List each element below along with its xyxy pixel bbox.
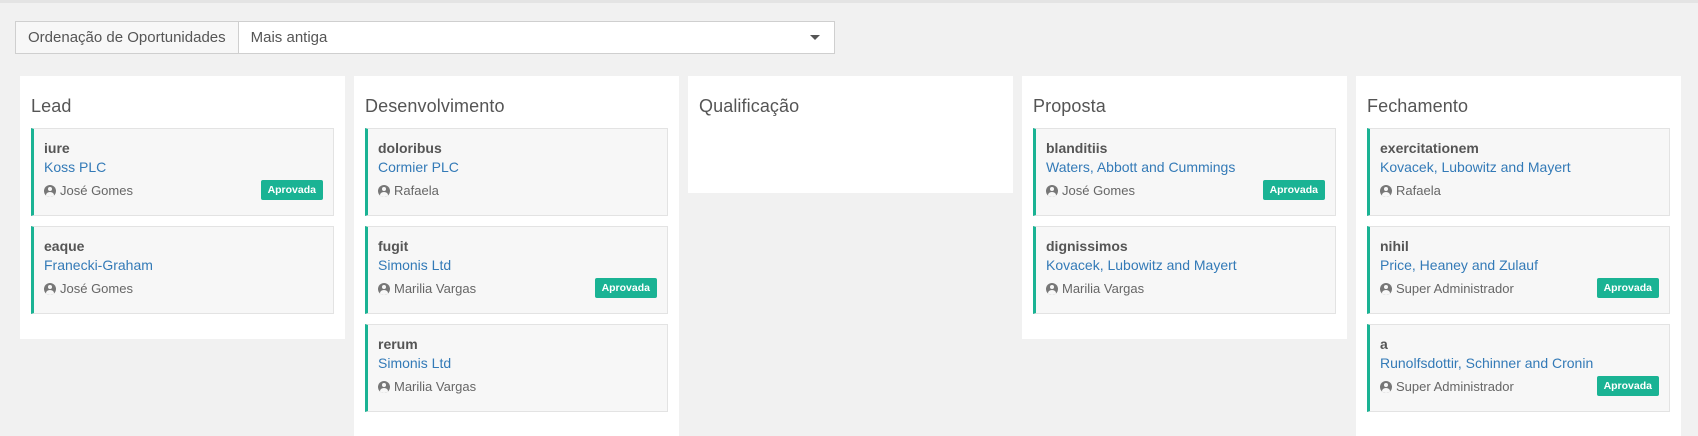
column-lead: Lead iure Koss PLC José Gomes Aprovada e… [20, 76, 345, 339]
card-title: fugit [378, 238, 409, 254]
column-proposta: Proposta blanditiis Waters, Abbott and C… [1022, 76, 1347, 339]
opportunity-card[interactable]: nihil Price, Heaney and Zulauf Super Adm… [1367, 226, 1670, 314]
card-company-link[interactable]: Cormier PLC [378, 158, 657, 176]
card-owner: Marilia Vargas [1046, 280, 1325, 298]
opportunity-card[interactable]: blanditiis Waters, Abbott and Cummings J… [1033, 128, 1336, 216]
card-company-link[interactable]: Kovacek, Lubowitz and Mayert [1046, 256, 1325, 274]
opportunity-card[interactable]: doloribus Cormier PLC Rafaela [365, 128, 668, 216]
card-company-link[interactable]: Kovacek, Lubowitz and Mayert [1380, 158, 1659, 176]
user-circle-icon [378, 283, 390, 295]
card-owner-name: José Gomes [60, 281, 133, 296]
user-circle-icon [378, 185, 390, 197]
column-fechamento: Fechamento exercitationem Kovacek, Lubow… [1356, 76, 1681, 436]
approved-badge: Aprovada [1596, 376, 1659, 396]
sort-label: Ordenação de Oportunidades [16, 22, 239, 53]
card-owner-name: Marilia Vargas [394, 379, 477, 394]
card-owner: José Gomes [44, 280, 323, 298]
approved-badge: Aprovada [260, 180, 323, 200]
top-divider [0, 0, 1698, 3]
card-company-link[interactable]: Runolfsdottir, Schinner and Cronin [1380, 354, 1659, 372]
sort-selected-value: Mais antiga [250, 29, 328, 46]
user-circle-icon [1046, 185, 1058, 197]
card-company-link[interactable]: Franecki-Graham [44, 256, 323, 274]
card-company-link[interactable]: Price, Heaney and Zulauf [1380, 256, 1659, 274]
user-circle-icon [1380, 185, 1392, 197]
card-owner-name: Marilia Vargas [1062, 281, 1145, 296]
opportunity-card[interactable]: exercitationem Kovacek, Lubowitz and May… [1367, 128, 1670, 216]
opportunity-card[interactable]: rerum Simonis Ltd Marilia Vargas [365, 324, 668, 412]
card-owner-name: José Gomes [1062, 183, 1135, 198]
card-title: iure [44, 140, 70, 156]
approved-badge: Aprovada [1596, 278, 1659, 298]
card-title: rerum [378, 336, 418, 352]
card-title: exercitationem [1380, 140, 1479, 156]
column-title: Desenvolvimento [365, 96, 505, 116]
column-qualificacao: Qualificação [688, 76, 1013, 193]
user-circle-icon [1380, 283, 1392, 295]
user-circle-icon [1046, 283, 1058, 295]
card-owner-name: Super Administrador [1396, 379, 1514, 394]
opportunity-card[interactable]: iure Koss PLC José Gomes Aprovada [31, 128, 334, 216]
opportunity-card[interactable]: eaque Franecki-Graham José Gomes [31, 226, 334, 314]
column-title: Proposta [1033, 96, 1106, 116]
card-owner-name: Rafaela [394, 183, 439, 198]
opportunity-card[interactable]: dignissimos Kovacek, Lubowitz and Mayert… [1033, 226, 1336, 314]
opportunity-card[interactable]: fugit Simonis Ltd Marilia Vargas Aprovad… [365, 226, 668, 314]
user-circle-icon [378, 381, 390, 393]
card-title: blanditiis [1046, 140, 1108, 156]
card-title: dignissimos [1046, 238, 1128, 254]
approved-badge: Aprovada [594, 278, 657, 298]
card-owner-name: Super Administrador [1396, 281, 1514, 296]
card-title: a [1380, 336, 1388, 352]
column-desenvolvimento: Desenvolvimento doloribus Cormier PLC Ra… [354, 76, 679, 436]
card-title: doloribus [378, 140, 442, 156]
caret-down-icon [810, 35, 820, 40]
sort-select[interactable]: Mais antiga [239, 22, 834, 53]
card-title: nihil [1380, 238, 1409, 254]
card-company-link[interactable]: Simonis Ltd [378, 256, 657, 274]
approved-badge: Aprovada [1262, 180, 1325, 200]
card-owner: Marilia Vargas [378, 378, 657, 396]
opportunity-sort-control: Ordenação de Oportunidades Mais antiga [15, 21, 835, 54]
column-title: Fechamento [1367, 96, 1469, 116]
card-owner-name: Rafaela [1396, 183, 1441, 198]
card-owner: Rafaela [1380, 182, 1659, 200]
user-circle-icon [1380, 381, 1392, 393]
card-company-link[interactable]: Koss PLC [44, 158, 323, 176]
column-title: Qualificação [699, 96, 800, 116]
card-owner: Rafaela [378, 182, 657, 200]
user-circle-icon [44, 185, 56, 197]
card-owner-name: Marilia Vargas [394, 281, 477, 296]
card-owner-name: José Gomes [60, 183, 133, 198]
opportunity-card[interactable]: a Runolfsdottir, Schinner and Cronin Sup… [1367, 324, 1670, 412]
card-company-link[interactable]: Simonis Ltd [378, 354, 657, 372]
card-title: eaque [44, 238, 85, 254]
card-company-link[interactable]: Waters, Abbott and Cummings [1046, 158, 1325, 176]
user-circle-icon [44, 283, 56, 295]
column-title: Lead [31, 96, 72, 116]
